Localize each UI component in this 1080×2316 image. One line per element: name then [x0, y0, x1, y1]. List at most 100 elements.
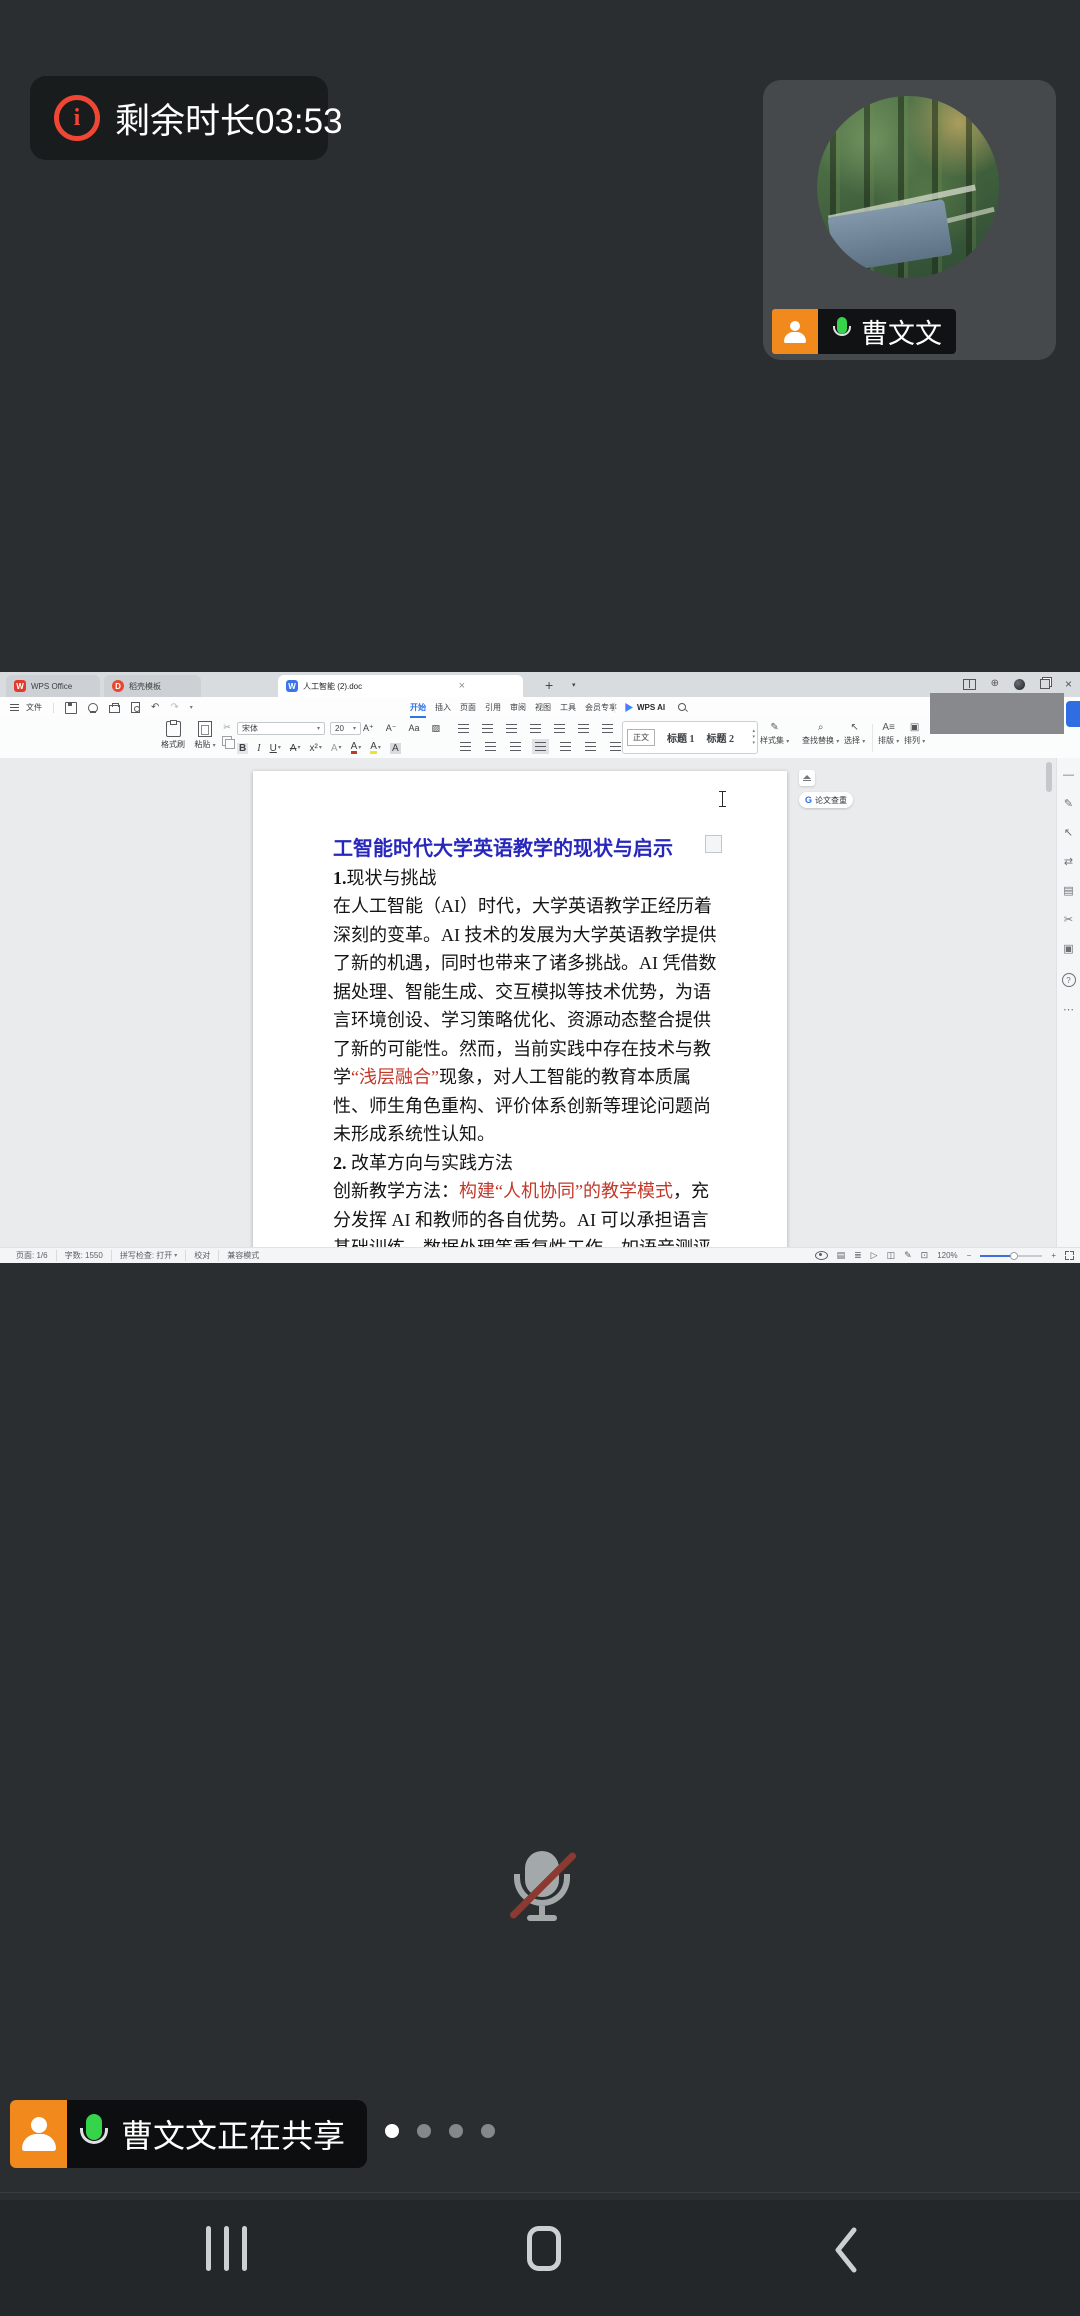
distribute-button[interactable]: [560, 742, 571, 751]
menu-tab-引用[interactable]: 引用: [485, 702, 501, 713]
close-tab-icon[interactable]: ×: [459, 680, 465, 692]
fullscreen-icon[interactable]: [1065, 1251, 1074, 1260]
split-view-icon[interactable]: [963, 679, 976, 690]
style-heading1[interactable]: 标题 1: [667, 730, 695, 745]
text-tools-button[interactable]: [554, 724, 565, 733]
italic-button[interactable]: I: [257, 743, 260, 754]
menu-tab-审阅[interactable]: 审阅: [510, 702, 526, 713]
arrange-button[interactable]: ▣排列 ▾: [904, 722, 925, 746]
fit-page-icon[interactable]: ⊡: [921, 1251, 929, 1260]
globe-icon[interactable]: ⊕: [991, 679, 999, 689]
style-gallery[interactable]: 正文 标题 1 标题 2 ▴▾▾: [622, 721, 758, 754]
panel-collapse-icon[interactable]: [799, 770, 815, 786]
bold-button[interactable]: B: [237, 743, 248, 754]
clipped-blue-button[interactable]: [1066, 701, 1080, 727]
menu-tab-开始[interactable]: 开始: [410, 702, 426, 713]
zoom-slider-knob[interactable]: [1010, 1252, 1018, 1260]
document-page[interactable]: 工智能时代大学英语教学的现状与启示1.现状与挑战在人工智能（AI）时代，大学英语…: [253, 771, 787, 1248]
file-menu-icon[interactable]: [10, 704, 19, 711]
font-size-select[interactable]: 20 ▾: [330, 722, 361, 735]
toggle-icon[interactable]: ⇄: [1064, 857, 1073, 868]
menu-tab-会员专享[interactable]: 会员专享: [585, 702, 617, 713]
redo-icon[interactable]: ↷: [170, 703, 178, 713]
tab-list-caret[interactable]: ▾: [572, 681, 576, 689]
style-set-button[interactable]: ✎样式集 ▾: [760, 722, 789, 746]
help-icon[interactable]: ?: [1062, 973, 1076, 987]
zoom-out-button[interactable]: −: [967, 1251, 972, 1260]
tab-docer-templates[interactable]: D 稻壳模板: [104, 675, 201, 697]
page-dot-2[interactable]: [417, 2124, 431, 2138]
grow-font-button[interactable]: A⁺: [363, 723, 374, 734]
page-dot-3[interactable]: [449, 2124, 463, 2138]
undo-icon[interactable]: ↶: [151, 703, 159, 713]
edit-view-icon[interactable]: ✎: [904, 1251, 912, 1260]
align-left-button[interactable]: [460, 742, 471, 751]
apps-icon[interactable]: ▣: [1063, 944, 1073, 955]
page-view-icon[interactable]: ▤: [837, 1251, 846, 1260]
select-button[interactable]: ↖选择 ▾: [844, 722, 865, 746]
print-preview-icon[interactable]: [131, 702, 140, 713]
shading-button[interactable]: [610, 742, 621, 751]
zoom-slider[interactable]: [980, 1255, 1042, 1257]
print-icon[interactable]: [109, 705, 120, 713]
tab-wps-home[interactable]: W WPS Office: [6, 675, 100, 697]
menu-tab-页面[interactable]: 页面: [460, 702, 476, 713]
restore-window-icon[interactable]: [1040, 679, 1050, 689]
participant-video-tile[interactable]: 曹文文: [763, 80, 1056, 360]
pen-icon[interactable]: ✎: [1064, 799, 1073, 810]
columns-button[interactable]: [602, 724, 613, 733]
recents-button[interactable]: [206, 2226, 247, 2271]
eye-icon[interactable]: [815, 1251, 828, 1260]
outline-view-icon[interactable]: ≣: [854, 1251, 862, 1260]
doc-edit-icon[interactable]: ▤: [1063, 886, 1073, 897]
select-cursor-icon[interactable]: ↖: [1064, 828, 1073, 839]
close-window-icon[interactable]: ×: [1065, 678, 1072, 690]
mobile-view-icon[interactable]: ◫: [887, 1251, 896, 1260]
page-dot-4[interactable]: [481, 2124, 495, 2138]
copy-icon[interactable]: [222, 736, 232, 746]
underline-button[interactable]: U▾: [270, 743, 281, 754]
search-icon[interactable]: [678, 703, 688, 713]
back-button[interactable]: [833, 2227, 859, 2278]
font-name-select[interactable]: 宋体 ▾: [237, 722, 325, 735]
menu-tab-工具[interactable]: 工具: [560, 702, 576, 713]
font-color-button[interactable]: A▾: [351, 742, 362, 754]
paper-check-button[interactable]: G 论文查重: [799, 792, 853, 808]
superscript-button[interactable]: x²▾: [310, 743, 322, 754]
align-right-button[interactable]: [510, 742, 521, 751]
text-effects-button[interactable]: A▾: [331, 743, 342, 754]
tab-document[interactable]: W 人工智能 (2).doc ×: [278, 675, 523, 697]
numbering-button[interactable]: [482, 724, 493, 733]
scissors-icon[interactable]: ✂: [1064, 915, 1073, 926]
cut-icon[interactable]: ✂: [223, 723, 231, 732]
file-menu-label[interactable]: 文件: [26, 702, 42, 713]
char-shading-button[interactable]: A: [390, 743, 401, 754]
outdent-button[interactable]: [506, 724, 517, 733]
clear-format-button[interactable]: ▨: [432, 723, 441, 734]
stamp-icon[interactable]: [88, 703, 98, 713]
indent-button[interactable]: [530, 724, 541, 733]
strikethrough-button[interactable]: A▾: [290, 743, 301, 754]
style-heading2[interactable]: 标题 2: [707, 730, 735, 745]
typeset-button[interactable]: A≡排版 ▾: [878, 722, 899, 746]
shrink-font-button[interactable]: A⁻: [386, 723, 397, 734]
quickbar-caret-icon[interactable]: ▾: [190, 704, 193, 711]
home-button[interactable]: [527, 2226, 561, 2271]
wps-ai-button[interactable]: WPS AI: [624, 703, 665, 712]
menu-tab-插入[interactable]: 插入: [435, 702, 451, 713]
style-normal[interactable]: 正文: [627, 729, 655, 746]
account-avatar[interactable]: [1014, 679, 1025, 690]
save-icon[interactable]: [65, 702, 77, 714]
vertical-scrollbar[interactable]: [1046, 762, 1052, 792]
sort-button[interactable]: [578, 724, 589, 733]
more-icon[interactable]: ⋯: [1063, 1005, 1074, 1016]
collapse-icon[interactable]: —: [1063, 770, 1074, 781]
align-justify-button[interactable]: [535, 742, 546, 751]
zoom-in-button[interactable]: +: [1051, 1251, 1056, 1260]
find-replace-button[interactable]: ⌕查找替换 ▾: [802, 722, 839, 746]
menu-tab-视图[interactable]: 视图: [535, 702, 551, 713]
new-tab-button[interactable]: +: [545, 677, 553, 693]
align-center-button[interactable]: [485, 742, 496, 751]
highlight-button[interactable]: A▾: [370, 742, 381, 754]
play-view-icon[interactable]: ▷: [871, 1251, 878, 1260]
